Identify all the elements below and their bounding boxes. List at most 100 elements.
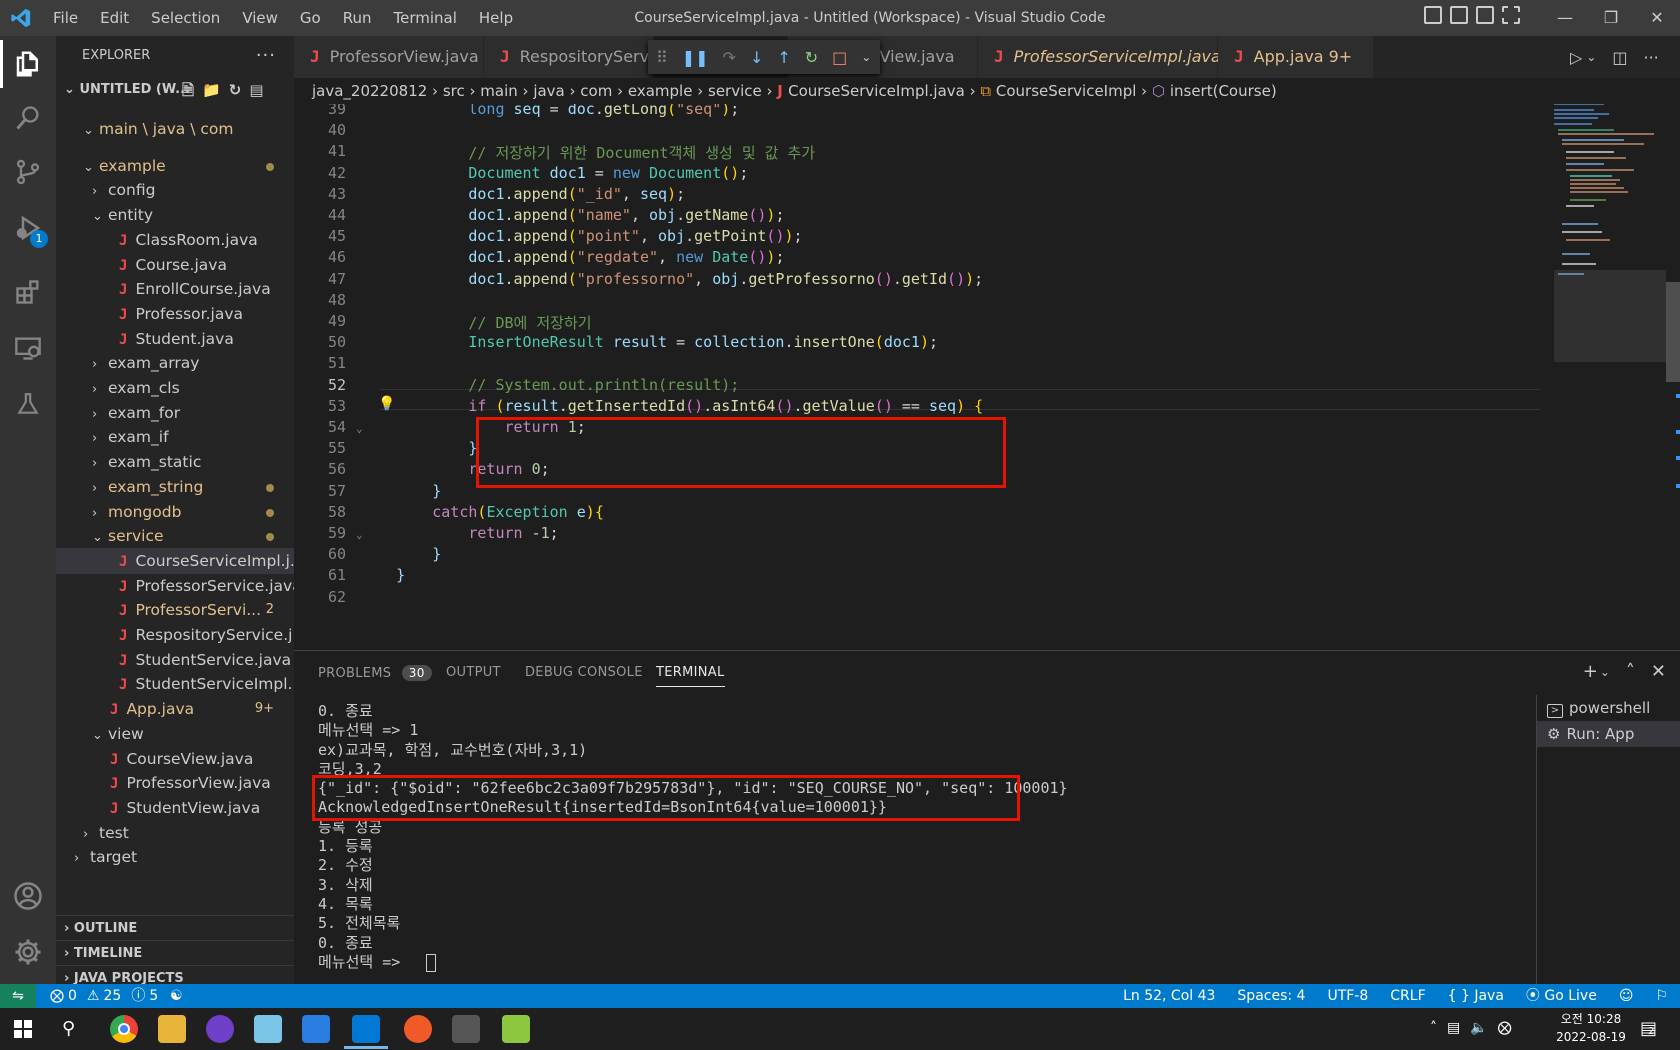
menu-help[interactable]: Help <box>468 9 524 27</box>
step-into-icon[interactable]: ↓ <box>750 48 763 67</box>
close-window-button[interactable]: ✕ <box>1634 0 1680 36</box>
taskbar-search-icon[interactable]: ⚲ <box>62 1018 75 1039</box>
toggle-sidebar-icon[interactable] <box>1424 6 1442 24</box>
tree-folder[interactable]: › mongodb <box>56 499 294 525</box>
tray-chevron-up-icon[interactable]: ˄ <box>1430 1020 1437 1036</box>
tree-folder[interactable]: › config <box>56 177 294 203</box>
tree-folder[interactable]: ⌄ entity <box>56 202 294 228</box>
tree-folder[interactable]: › exam_array <box>56 350 294 376</box>
indentation[interactable]: Spaces: 4 <box>1237 984 1305 1008</box>
run-debug-icon[interactable]: 1 <box>8 208 48 248</box>
minimap[interactable] <box>1554 103 1666 650</box>
cursor-position[interactable]: Ln 52, Col 43 <box>1123 984 1215 1008</box>
tree-file[interactable]: J ProfessorView.java <box>56 770 294 796</box>
tree-folder[interactable]: › exam_for <box>56 400 294 426</box>
restore-button[interactable]: ❐ <box>1588 0 1634 36</box>
section-timeline[interactable]: › TIMELINE <box>56 940 294 966</box>
toggle-panel-icon[interactable] <box>1450 6 1468 24</box>
tree-folder[interactable]: ⌄ example <box>56 153 294 179</box>
breadcrumb-item[interactable]: main <box>480 82 517 100</box>
editor-tab[interactable]: J App.java 9+ <box>1218 36 1374 78</box>
source-control-icon[interactable] <box>8 152 48 192</box>
file-explorer-icon[interactable] <box>158 1015 186 1043</box>
code-editor[interactable]: 💡 ⌄ ⌄ 39 long seq = doc.getLong("seq"); 4… <box>294 104 1554 650</box>
customize-layout-icon[interactable] <box>1502 6 1520 24</box>
chevron-down-icon[interactable]: ⌄ <box>1600 665 1610 682</box>
problems-status[interactable]: ⨂ 0 ⚠ 25 ⓘ 5 <box>50 984 158 1008</box>
chevron-down-icon[interactable]: ⌄ <box>1586 50 1596 64</box>
feedback-icon[interactable]: ☺ <box>1619 984 1634 1008</box>
new-folder-icon[interactable]: 📁 <box>202 78 221 102</box>
section-outline[interactable]: › OUTLINE <box>56 915 294 941</box>
tree-file[interactable]: J CourseServiceImpl.j... <box>56 547 294 574</box>
menu-go[interactable]: Go <box>289 9 332 27</box>
tree-file[interactable]: J Course.java <box>56 252 294 278</box>
editor-tab[interactable]: J ProfessorView.java <box>294 36 484 78</box>
new-file-icon[interactable]: 🗎 <box>182 78 194 102</box>
github-desktop-icon[interactable] <box>206 1015 234 1043</box>
input-method-icon[interactable]: ⨂ <box>1498 1020 1512 1036</box>
calculator-icon[interactable] <box>452 1015 480 1043</box>
remote-explorer-icon[interactable] <box>8 328 48 368</box>
minimize-button[interactable]: — <box>1542 0 1588 36</box>
breadcrumb-item[interactable]: example <box>628 82 693 100</box>
explorer-icon[interactable] <box>8 44 48 84</box>
tree-file[interactable]: J Professor.java <box>56 301 294 327</box>
tree-file[interactable]: J CourseView.java <box>56 746 294 772</box>
new-terminal-icon[interactable]: + <box>1583 661 1598 682</box>
manage-gear-icon[interactable] <box>8 932 48 972</box>
remote-indicator-icon[interactable]: ⇋ <box>0 984 36 1008</box>
more-actions-icon[interactable]: ··· <box>1644 48 1659 67</box>
split-editor-icon[interactable]: ◫ <box>1612 48 1627 67</box>
tree-folder[interactable]: ⌄ view <box>56 721 294 747</box>
menu-view[interactable]: View <box>231 9 289 27</box>
run-icon[interactable]: ▷ <box>1570 48 1582 67</box>
menu-selection[interactable]: Selection <box>140 9 231 27</box>
pause-icon[interactable]: ❚❚ <box>682 48 709 67</box>
line-ending[interactable]: CRLF <box>1390 984 1425 1008</box>
tree-file[interactable]: J ProfessorServi... 2 <box>56 597 294 623</box>
tree-folder[interactable]: › exam_static <box>56 449 294 475</box>
language-mode[interactable]: { } Java <box>1448 984 1504 1008</box>
tree-folder[interactable]: › target <box>56 844 294 870</box>
notifications-bell-icon[interactable]: ⚐ <box>1655 984 1668 1008</box>
network-icon[interactable]: ▤ <box>1447 1020 1460 1036</box>
notepad-icon[interactable] <box>254 1015 282 1043</box>
editor-tab[interactable]: J RespositoryServic <box>484 36 662 78</box>
encoding[interactable]: UTF-8 <box>1327 984 1368 1008</box>
tree-file[interactable]: J StudentView.java <box>56 795 294 821</box>
tree-file[interactable]: J ClassRoom.java <box>56 227 294 253</box>
breadcrumb-item[interactable]: CourseServiceImpl <box>996 82 1137 100</box>
terminal-item-powershell[interactable]: > powershell <box>1537 695 1680 721</box>
app2-icon[interactable] <box>502 1015 530 1043</box>
vscode-taskbar-icon[interactable] <box>352 1015 380 1043</box>
tree-file[interactable]: J RespositoryService.j... <box>56 622 294 648</box>
collapse-all-icon[interactable]: ▤ <box>249 78 263 102</box>
tab-debug-console[interactable]: DEBUG CONSOLE <box>525 665 643 680</box>
tree-file[interactable]: J StudentServiceImpl.... <box>56 671 294 697</box>
drag-handle-icon[interactable]: ⠿ <box>656 48 668 67</box>
tree-folder[interactable]: › test <box>56 820 294 846</box>
extensions-icon[interactable] <box>8 272 48 312</box>
restart-icon[interactable]: ↻ <box>805 48 818 67</box>
close-panel-icon[interactable]: ✕ <box>1651 661 1666 682</box>
more-actions-icon[interactable]: ··· <box>256 36 276 76</box>
vertical-scrollbar[interactable] <box>1666 104 1680 650</box>
breadcrumb-item[interactable]: java <box>533 82 564 100</box>
tree-folder[interactable]: › exam_string <box>56 474 294 500</box>
menu-terminal[interactable]: Terminal <box>383 9 468 27</box>
tree-file[interactable]: J EnrollCourse.java <box>56 276 294 302</box>
app-icon[interactable] <box>302 1015 330 1043</box>
terminal-item-run-app[interactable]: ⚙ Run: App <box>1537 721 1680 747</box>
breadcrumb-item[interactable]: src <box>443 82 465 100</box>
breadcrumb-item[interactable]: insert(Course) <box>1170 82 1277 100</box>
debug-person-icon[interactable]: ☯ <box>170 984 183 1008</box>
stop-icon[interactable]: □ <box>832 48 847 67</box>
chevron-down-icon[interactable]: ⌄ <box>861 50 871 64</box>
volume-icon[interactable]: 🔈 <box>1470 1020 1487 1036</box>
go-live-button[interactable]: ⦿ Go Live <box>1526 984 1597 1008</box>
breadcrumb-item[interactable]: CourseServiceImpl.java <box>788 82 965 100</box>
step-over-icon[interactable]: ↷ <box>723 48 736 67</box>
breadcrumb-item[interactable]: java_20220812 <box>312 82 427 100</box>
tree-folder[interactable]: › exam_if <box>56 424 294 450</box>
